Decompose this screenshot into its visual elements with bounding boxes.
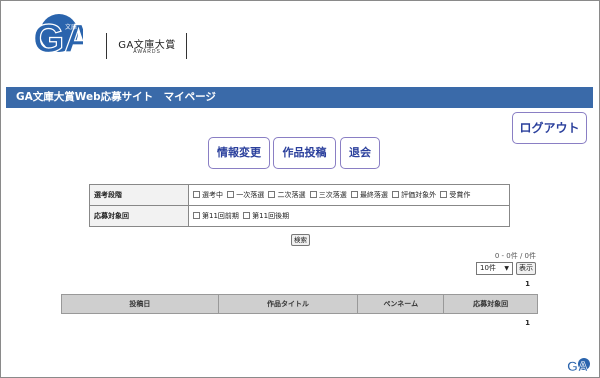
- target-row: 応募対象回 第11回前期 第11回後期: [89, 205, 510, 227]
- post-work-button[interactable]: 作品投稿: [273, 137, 336, 169]
- col-title[interactable]: 作品タイトル: [217, 294, 359, 314]
- col-post-date[interactable]: 投稿日: [61, 294, 219, 314]
- checkbox[interactable]: [392, 191, 400, 198]
- target-options: 第11回前期 第11回後期: [188, 205, 510, 227]
- col-target[interactable]: 応募対象回: [443, 294, 538, 314]
- stage-option[interactable]: 一次落選: [227, 190, 264, 200]
- page-title-bar: GA文庫大賞Web応募サイト マイページ: [6, 87, 593, 108]
- stage-row: 選考段階 選考中 一次落選 二次落選 三次落選 最終落選 評価対象外 受賞作: [89, 184, 510, 206]
- logo-separator: [186, 33, 187, 59]
- stage-option[interactable]: 選考中: [193, 190, 223, 200]
- target-label: 応募対象回: [89, 205, 189, 227]
- ga-mini-logo: GA: [567, 358, 590, 373]
- checkbox[interactable]: [309, 191, 317, 198]
- checkbox[interactable]: [227, 191, 235, 198]
- logout-button[interactable]: ログアウト: [512, 112, 587, 144]
- svg-text:GA: GA: [567, 358, 588, 373]
- ga-logo: GA 文庫: [32, 14, 83, 62]
- per-page-value: 10件: [480, 264, 496, 272]
- col-penname[interactable]: ペンネーム: [357, 294, 445, 314]
- logo-separator: [106, 33, 107, 59]
- award-subtitle: AWARDS: [133, 49, 161, 55]
- edit-info-button[interactable]: 情報変更: [208, 137, 270, 169]
- stage-option[interactable]: 評価対象外: [392, 190, 436, 200]
- results-header-row: 投稿日 作品タイトル ペンネーム 応募対象回: [61, 294, 538, 314]
- stage-option[interactable]: 二次落選: [268, 190, 305, 200]
- checkbox[interactable]: [268, 191, 276, 198]
- show-button[interactable]: 表示: [516, 262, 536, 275]
- search-button[interactable]: 検索: [291, 234, 310, 246]
- stage-options: 選考中 一次落選 二次落選 三次落選 最終落選 評価対象外 受賞作: [188, 184, 510, 206]
- chevron-down-icon: ▼: [504, 265, 509, 272]
- checkbox[interactable]: [193, 191, 200, 198]
- search-form-table: 選考段階 選考中 一次落選 二次落選 三次落選 最終落選 評価対象外 受賞作 応…: [89, 184, 510, 227]
- stage-option[interactable]: 受賞作: [440, 190, 470, 200]
- target-option[interactable]: 第11回前期: [193, 211, 239, 221]
- checkbox[interactable]: [440, 191, 448, 198]
- results-table: 投稿日 作品タイトル ペンネーム 応募対象回: [61, 294, 538, 314]
- pagination-top[interactable]: 1: [518, 280, 530, 288]
- pagination-bottom[interactable]: 1: [518, 319, 530, 327]
- stage-option[interactable]: 最終落選: [350, 190, 388, 200]
- target-option[interactable]: 第11回後期: [243, 211, 289, 221]
- checkbox[interactable]: [350, 191, 358, 198]
- checkbox[interactable]: [243, 212, 251, 219]
- result-count: 0 - 0件 / 0件: [494, 252, 536, 260]
- stage-label: 選考段階: [89, 184, 189, 206]
- svg-text:文庫: 文庫: [65, 23, 77, 31]
- per-page-select[interactable]: 10件 ▼: [476, 262, 513, 275]
- stage-option[interactable]: 三次落選: [309, 190, 347, 200]
- checkbox[interactable]: [193, 212, 200, 219]
- withdraw-button[interactable]: 退会: [340, 137, 380, 169]
